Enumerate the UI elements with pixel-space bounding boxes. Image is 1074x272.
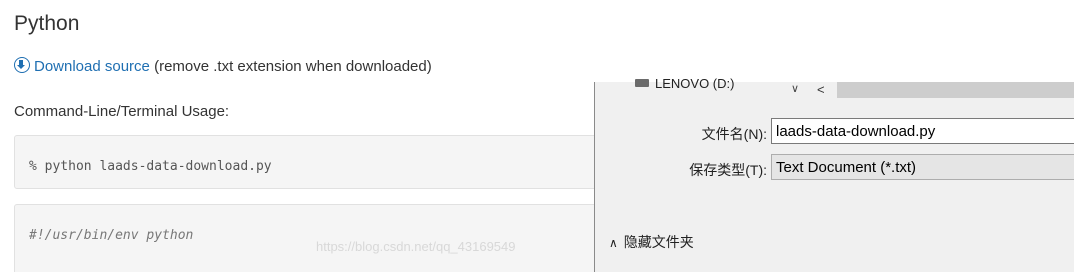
download-circle-icon[interactable] xyxy=(14,57,30,73)
chevron-left-icon[interactable]: < xyxy=(817,82,825,97)
nav-drive-item[interactable]: LENOVO (D:) xyxy=(635,76,734,91)
download-source-link[interactable]: Download source xyxy=(34,58,150,75)
section-title: Python xyxy=(14,12,80,35)
screenshot-root: Python Download source (remove .txt exte… xyxy=(0,0,1074,272)
hide-folders-toggle[interactable]: ∧ 隐藏文件夹 xyxy=(609,232,694,252)
save-dialog: LENOVO (D:) ∨ < 文件名(N): 保存类型(T): Text Do… xyxy=(594,76,1074,272)
download-note: (remove .txt extension when downloaded) xyxy=(154,58,432,75)
command-code-block: % python laads-data-download.py xyxy=(14,135,604,189)
watermark: https://blog.csdn.net/qq_43169549 xyxy=(316,239,516,254)
horizontal-scrollbar[interactable] xyxy=(837,82,1074,98)
filetype-select[interactable]: Text Document (*.txt) xyxy=(771,154,1074,180)
usage-label: Command-Line/Terminal Usage: xyxy=(14,103,230,120)
drive-icon xyxy=(635,79,649,87)
drive-label: LENOVO (D:) xyxy=(655,76,735,91)
filename-input[interactable] xyxy=(771,118,1074,144)
filetype-label: 保存类型(T): xyxy=(689,162,767,178)
chevron-down-icon[interactable]: ∨ xyxy=(791,82,799,95)
download-line: Download source (remove .txt extension w… xyxy=(14,57,432,75)
script-code-block: #!/usr/bin/env python xyxy=(14,204,604,272)
command-text: % python laads-data-download.py xyxy=(29,159,272,174)
shebang-line: #!/usr/bin/env python xyxy=(29,228,194,243)
hide-folders-label: 隐藏文件夹 xyxy=(623,234,694,250)
chevron-up-icon: ∧ xyxy=(609,236,618,250)
filename-label: 文件名(N): xyxy=(701,126,767,142)
